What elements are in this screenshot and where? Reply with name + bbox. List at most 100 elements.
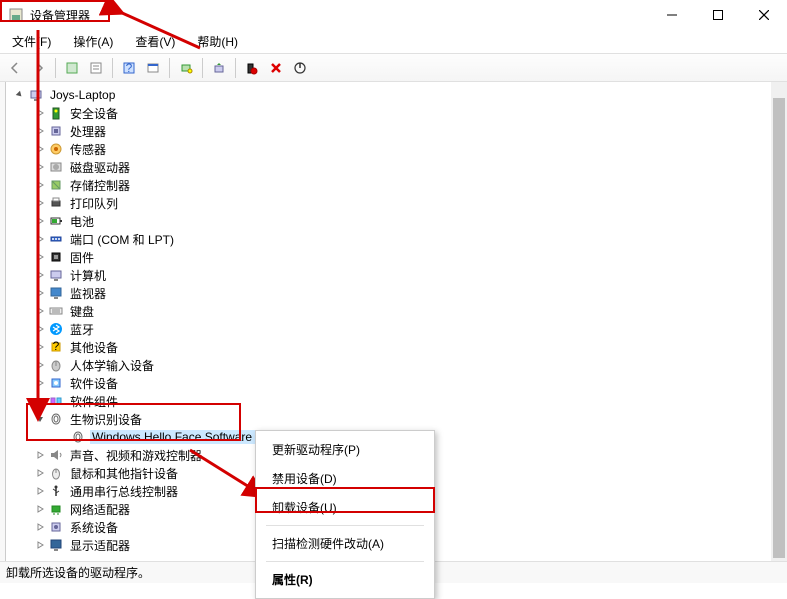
maximize-button[interactable] bbox=[695, 0, 741, 30]
expand-icon[interactable] bbox=[34, 287, 46, 299]
expand-icon[interactable] bbox=[34, 251, 46, 263]
display-icon bbox=[48, 537, 64, 553]
software-icon bbox=[48, 375, 64, 391]
bluetooth-icon bbox=[48, 321, 64, 337]
tree-node-label: 固件 bbox=[68, 249, 96, 266]
minimize-button[interactable] bbox=[649, 0, 695, 30]
expand-icon[interactable] bbox=[34, 521, 46, 533]
ctx-scan-hardware[interactable]: 扫描检测硬件改动(A) bbox=[258, 529, 432, 558]
tree-node-sensor[interactable]: 传感器 bbox=[6, 140, 787, 158]
back-button[interactable] bbox=[4, 57, 26, 79]
keyboard-icon bbox=[48, 303, 64, 319]
show-hide-button[interactable] bbox=[61, 57, 83, 79]
tree-node-label: 处理器 bbox=[68, 123, 108, 140]
expand-icon[interactable] bbox=[34, 323, 46, 335]
tree-node-other[interactable]: ? 其他设备 bbox=[6, 338, 787, 356]
svg-text:?: ? bbox=[53, 340, 60, 353]
expand-icon[interactable] bbox=[34, 125, 46, 137]
expand-icon[interactable] bbox=[34, 485, 46, 497]
sensor-icon bbox=[48, 141, 64, 157]
tree-node-storage[interactable]: 存储控制器 bbox=[6, 176, 787, 194]
tree-node-port[interactable]: 端口 (COM 和 LPT) bbox=[6, 230, 787, 248]
tree-node-bluetooth[interactable]: 蓝牙 bbox=[6, 320, 787, 338]
expand-icon[interactable] bbox=[34, 233, 46, 245]
tree-node-monitor[interactable]: 监视器 bbox=[6, 284, 787, 302]
tree-node-hid[interactable]: 人体学输入设备 bbox=[6, 356, 787, 374]
other-icon: ? bbox=[48, 339, 64, 355]
biometric-icon bbox=[48, 411, 64, 427]
forward-button[interactable] bbox=[28, 57, 50, 79]
tree-node-label: 传感器 bbox=[68, 141, 108, 158]
expand-icon[interactable] bbox=[34, 467, 46, 479]
tree-node-disk[interactable]: 磁盘驱动器 bbox=[6, 158, 787, 176]
expand-icon[interactable] bbox=[34, 215, 46, 227]
tree-node-label: 蓝牙 bbox=[68, 321, 96, 338]
tree-node-battery[interactable]: 电池 bbox=[6, 212, 787, 230]
menu-action[interactable]: 操作(A) bbox=[69, 31, 117, 52]
scan-button[interactable] bbox=[175, 57, 197, 79]
tree-node-component[interactable]: 软件组件 bbox=[6, 392, 787, 410]
tree-node-label: 计算机 bbox=[68, 267, 108, 284]
update-driver-button[interactable] bbox=[208, 57, 230, 79]
expand-icon[interactable] bbox=[34, 143, 46, 155]
expand-icon[interactable] bbox=[34, 341, 46, 353]
expand-icon[interactable] bbox=[34, 503, 46, 515]
tree-node-label: 软件组件 bbox=[68, 393, 120, 410]
expand-icon[interactable] bbox=[34, 377, 46, 389]
tree-root[interactable]: Joys-Laptop bbox=[6, 86, 787, 104]
tree-node-label: 人体学输入设备 bbox=[68, 357, 156, 374]
uninstall-device-button[interactable] bbox=[241, 57, 263, 79]
expand-icon[interactable] bbox=[34, 269, 46, 281]
tree-node-security[interactable]: 安全设备 bbox=[6, 104, 787, 122]
tree-node-computer[interactable]: 计算机 bbox=[6, 266, 787, 284]
port-icon bbox=[48, 231, 64, 247]
scrollbar-thumb[interactable] bbox=[773, 98, 785, 558]
ctx-properties[interactable]: 属性(R) bbox=[258, 565, 432, 594]
monitor-icon bbox=[48, 285, 64, 301]
computer-icon bbox=[28, 87, 44, 103]
tree-node-label: 软件设备 bbox=[68, 375, 120, 392]
status-text: 卸载所选设备的驱动程序。 bbox=[6, 564, 150, 581]
ctx-update-driver[interactable]: 更新驱动程序(P) bbox=[258, 435, 432, 464]
tree-node-biometric[interactable]: 生物识别设备 bbox=[6, 410, 787, 428]
action-button[interactable] bbox=[142, 57, 164, 79]
tree-node-label: 端口 (COM 和 LPT) bbox=[68, 231, 176, 248]
expand-icon[interactable] bbox=[34, 395, 46, 407]
ctx-disable-device[interactable]: 禁用设备(D) bbox=[258, 464, 432, 493]
vertical-scrollbar[interactable] bbox=[771, 82, 787, 561]
tree-node-label: 生物识别设备 bbox=[68, 411, 144, 428]
help-button[interactable]: ? bbox=[118, 57, 140, 79]
expand-icon[interactable] bbox=[34, 161, 46, 173]
tree-node-label: 其他设备 bbox=[68, 339, 120, 356]
tree-node-label: 声音、视频和游戏控制器 bbox=[68, 447, 204, 464]
expand-icon[interactable] bbox=[14, 89, 26, 101]
properties-button[interactable] bbox=[85, 57, 107, 79]
ctx-uninstall-device[interactable]: 卸载设备(U) bbox=[258, 493, 432, 522]
tree-node-label: 监视器 bbox=[68, 285, 108, 302]
disable-device-button[interactable] bbox=[265, 57, 287, 79]
close-button[interactable] bbox=[741, 0, 787, 30]
expand-icon[interactable] bbox=[34, 305, 46, 317]
menu-view[interactable]: 查看(V) bbox=[131, 31, 179, 52]
expand-icon[interactable] bbox=[34, 197, 46, 209]
network-icon bbox=[48, 501, 64, 517]
tree-node-software[interactable]: 软件设备 bbox=[6, 374, 787, 392]
audio-icon bbox=[48, 447, 64, 463]
toolbar: ? bbox=[0, 54, 787, 82]
tree-node-firmware[interactable]: 固件 bbox=[6, 248, 787, 266]
context-menu: 更新驱动程序(P) 禁用设备(D) 卸载设备(U) 扫描检测硬件改动(A) 属性… bbox=[255, 430, 435, 599]
firmware-icon bbox=[48, 249, 64, 265]
mouse-icon bbox=[48, 465, 64, 481]
tree-node-printer[interactable]: 打印队列 bbox=[6, 194, 787, 212]
expand-icon[interactable] bbox=[34, 449, 46, 461]
menu-file[interactable]: 文件(F) bbox=[8, 31, 55, 52]
tree-node-cpu[interactable]: 处理器 bbox=[6, 122, 787, 140]
tree-node-keyboard[interactable]: 键盘 bbox=[6, 302, 787, 320]
expand-icon[interactable] bbox=[34, 179, 46, 191]
collapse-icon[interactable] bbox=[34, 413, 46, 425]
expand-icon[interactable] bbox=[34, 107, 46, 119]
enable-device-button[interactable] bbox=[289, 57, 311, 79]
menu-help[interactable]: 帮助(H) bbox=[193, 31, 242, 52]
expand-icon[interactable] bbox=[34, 359, 46, 371]
expand-icon[interactable] bbox=[34, 539, 46, 551]
